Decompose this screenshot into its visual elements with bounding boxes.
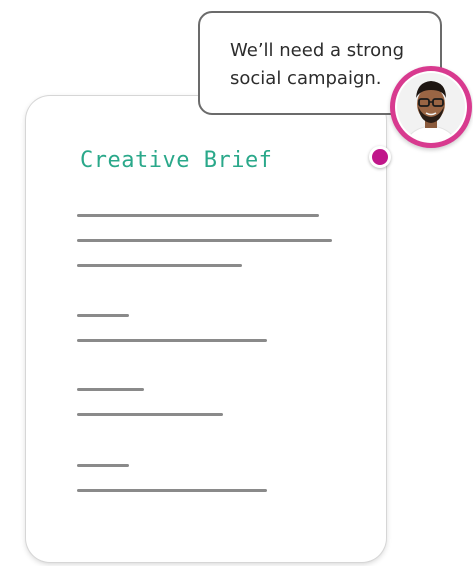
person-avatar <box>390 66 472 148</box>
placeholder-text-line <box>77 214 319 217</box>
placeholder-text-line <box>77 339 267 342</box>
person-avatar-icon <box>395 71 467 143</box>
illustration: Creative Brief We’ll need a strong socia… <box>0 0 473 566</box>
comment-line: We’ll need a strong <box>230 40 405 61</box>
comment-anchor-dot <box>369 146 391 168</box>
placeholder-text-line <box>77 489 267 492</box>
placeholder-text-line <box>77 413 223 416</box>
placeholder-text-line <box>77 314 129 317</box>
placeholder-text-line <box>77 264 242 267</box>
placeholder-text-line <box>77 464 129 467</box>
creative-brief-document: Creative Brief <box>26 96 386 562</box>
placeholder-text-line <box>77 388 144 391</box>
placeholder-text-line <box>77 239 332 242</box>
document-title: Creative Brief <box>80 148 273 173</box>
